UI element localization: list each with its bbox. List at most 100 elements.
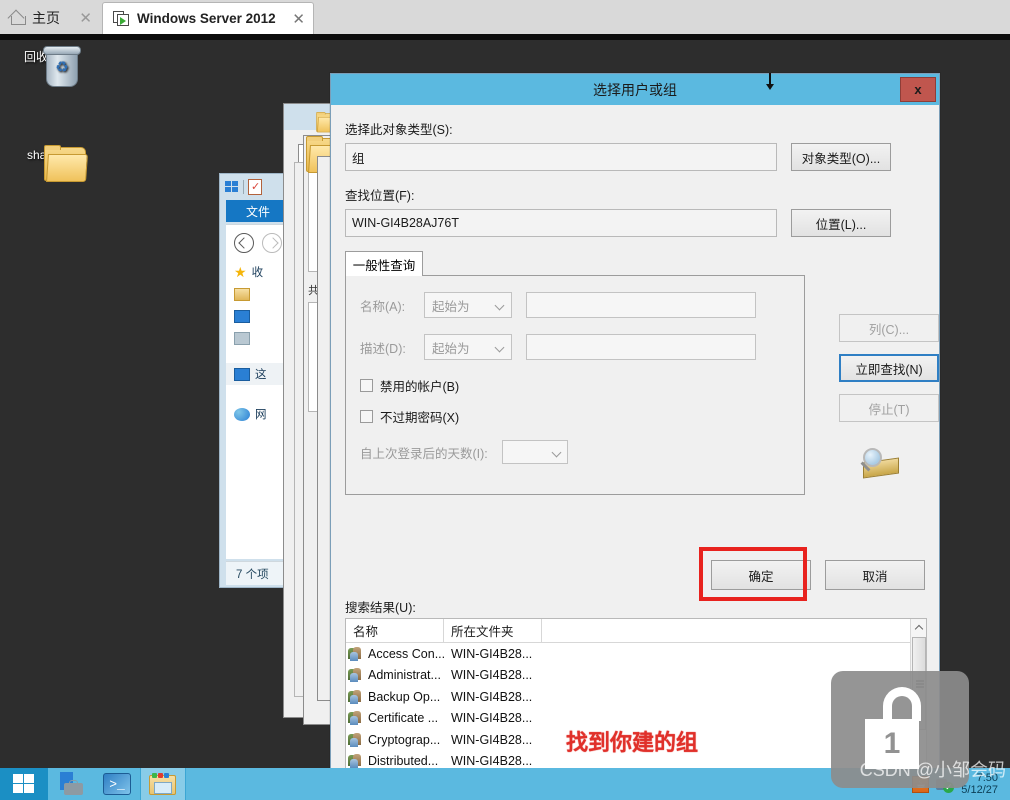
tab-home-label: 主页 (32, 10, 60, 26)
stop-button[interactable]: 停止(T) (839, 394, 939, 422)
row-name-cell: Distributed... (346, 754, 444, 769)
taskbar-item-powershell[interactable]: >_ (94, 768, 140, 800)
name-condition-value: 起始为 (432, 299, 470, 314)
non-expiring-password-checkbox[interactable] (360, 410, 373, 423)
row-name-text: Certificate ... (368, 711, 439, 726)
dialog-titlebar[interactable]: 选择用户或组 x (331, 74, 939, 105)
explorer-back-button[interactable] (234, 233, 254, 253)
description-query-row: 描述(D): 起始为 (360, 334, 790, 360)
disabled-accounts-row[interactable]: 禁用的帐户(B) (360, 376, 790, 395)
name-query-input[interactable] (526, 292, 756, 318)
dialog-title: 选择用户或组 (593, 81, 677, 98)
explorer-tree-favorites-label: 收 (251, 267, 264, 279)
toolbar-separator (243, 180, 244, 194)
ok-button[interactable]: 确定 (711, 560, 811, 590)
object-type-input[interactable]: 组 (345, 143, 777, 171)
tab-common-queries[interactable]: 一般性查询 (345, 251, 423, 276)
search-magnifier-icon (857, 446, 903, 482)
network-globe-icon (234, 407, 250, 421)
group-icon (348, 711, 364, 726)
row-folder-cell: WIN-GI4B28... (451, 732, 533, 747)
star-icon: ★ (234, 263, 247, 280)
column-header-folder[interactable]: 所在文件夹 (444, 619, 542, 642)
description-condition-value: 起始为 (432, 341, 470, 356)
chevron-down-icon (551, 447, 562, 458)
close-icon[interactable]: x (900, 77, 936, 102)
server-manager-icon (58, 772, 84, 796)
chevron-down-icon (494, 342, 505, 353)
row-folder-cell: WIN-GI4B28... (451, 646, 533, 661)
name-condition-select[interactable]: 起始为 (424, 292, 512, 318)
group-icon (348, 732, 364, 747)
row-folder-cell: WIN-GI4B28... (451, 668, 533, 683)
desktop-icon-recycle-bin[interactable]: ♻ 回收站 (4, 45, 81, 87)
name-query-row: 名称(A): 起始为 (360, 292, 790, 318)
row-name-cell: Access Con... (346, 646, 444, 661)
explorer-ribbon-tab-file[interactable]: 文件 (226, 200, 290, 222)
tab-windows-server-2012-close-icon[interactable]: ✕ (292, 10, 305, 28)
chevron-down-icon (494, 300, 505, 311)
row-name-cell: Backup Op... (346, 689, 444, 704)
remote-desktop-surface: ♻ 回收站 share 文件 ★ (0, 40, 1010, 800)
column-header-name[interactable]: 名称 (346, 619, 444, 642)
desktop-icon-share[interactable]: share (4, 145, 88, 182)
tab-home-close-icon[interactable]: ✕ (79, 9, 92, 27)
row-name-cell: Cryptograp... (346, 732, 444, 747)
object-types-button[interactable]: 对象类型(O)... (791, 143, 891, 171)
windows-logo-icon (13, 774, 35, 794)
description-query-input[interactable] (526, 334, 756, 360)
taskbar-item-file-explorer[interactable] (140, 768, 186, 800)
start-button[interactable] (0, 768, 48, 800)
group-icon (348, 689, 364, 704)
folder-icon (315, 112, 341, 133)
object-type-row: 组 对象类型(O)... (345, 143, 925, 171)
tab-windows-server-2012[interactable]: Windows Server 2012 ✕ (102, 2, 314, 34)
ok-button-wrapper: 确定 (699, 547, 811, 601)
search-results-header: 名称 所在文件夹 (346, 619, 926, 643)
common-queries-panel: 名称(A): 起始为 描述(D): 起始为 禁用的帐户(B) 不过期密码(X) … (345, 275, 805, 495)
disabled-accounts-label: 禁用的帐户(B) (380, 380, 460, 394)
explorer-forward-button[interactable] (262, 233, 282, 253)
description-condition-select[interactable]: 起始为 (424, 334, 512, 360)
windows-logo-icon (225, 180, 239, 194)
object-type-label: 选择此对象类型(S): (345, 123, 453, 137)
row-name-text: Cryptograp... (368, 732, 441, 747)
non-expiring-password-row[interactable]: 不过期密码(X) (360, 407, 790, 426)
this-pc-icon (234, 367, 250, 381)
properties-document-icon (248, 179, 262, 195)
tab-home[interactable]: 主页 ✕ (0, 2, 100, 34)
days-since-logon-row: 自上次登录后的天数(I): (360, 440, 790, 464)
row-folder-cell: WIN-GI4B28... (451, 689, 533, 704)
explorer-tree-this-pc-label: 这 (255, 369, 267, 381)
name-query-label: 名称(A): (360, 299, 406, 314)
powershell-icon: >_ (103, 773, 131, 795)
home-icon (10, 11, 26, 25)
row-name-text: Distributed... (368, 754, 439, 769)
location-input[interactable]: WIN-GI4B28AJ76T (345, 209, 777, 237)
row-name-text: Administrat... (368, 668, 441, 683)
row-name-cell: Certificate ... (346, 711, 444, 726)
group-icon (348, 754, 364, 769)
watermark: CSDN @小邹会码 (859, 760, 1006, 780)
dialog-action-buttons: 确定 取消 (699, 547, 925, 601)
desktop-icon (234, 309, 250, 323)
scroll-up-icon[interactable] (911, 619, 926, 636)
taskbar-item-server-manager[interactable] (48, 768, 94, 800)
text-cursor-icon (765, 73, 775, 91)
table-row[interactable]: Access Con... WIN-GI4B28... (346, 643, 926, 665)
file-explorer-icon (149, 772, 177, 796)
find-now-button[interactable]: 立即查找(N) (839, 354, 939, 382)
days-since-logon-select[interactable] (501, 440, 568, 464)
columns-button[interactable]: 列(C)... (839, 314, 939, 342)
disabled-accounts-checkbox[interactable] (360, 379, 373, 392)
locations-button[interactable]: 位置(L)... (791, 209, 891, 237)
download-folder-icon (234, 287, 250, 301)
location-label: 查找位置(F): (345, 189, 415, 203)
tab-windows-server-2012-label: Windows Server 2012 (137, 11, 276, 26)
cancel-button[interactable]: 取消 (825, 560, 925, 590)
row-name-text: Access Con... (368, 646, 444, 661)
lock-shackle-icon (883, 687, 921, 721)
recent-places-icon (234, 331, 250, 345)
row-folder-cell: WIN-GI4B28... (451, 711, 533, 726)
location-row: WIN-GI4B28AJ76T 位置(L)... (345, 209, 925, 237)
